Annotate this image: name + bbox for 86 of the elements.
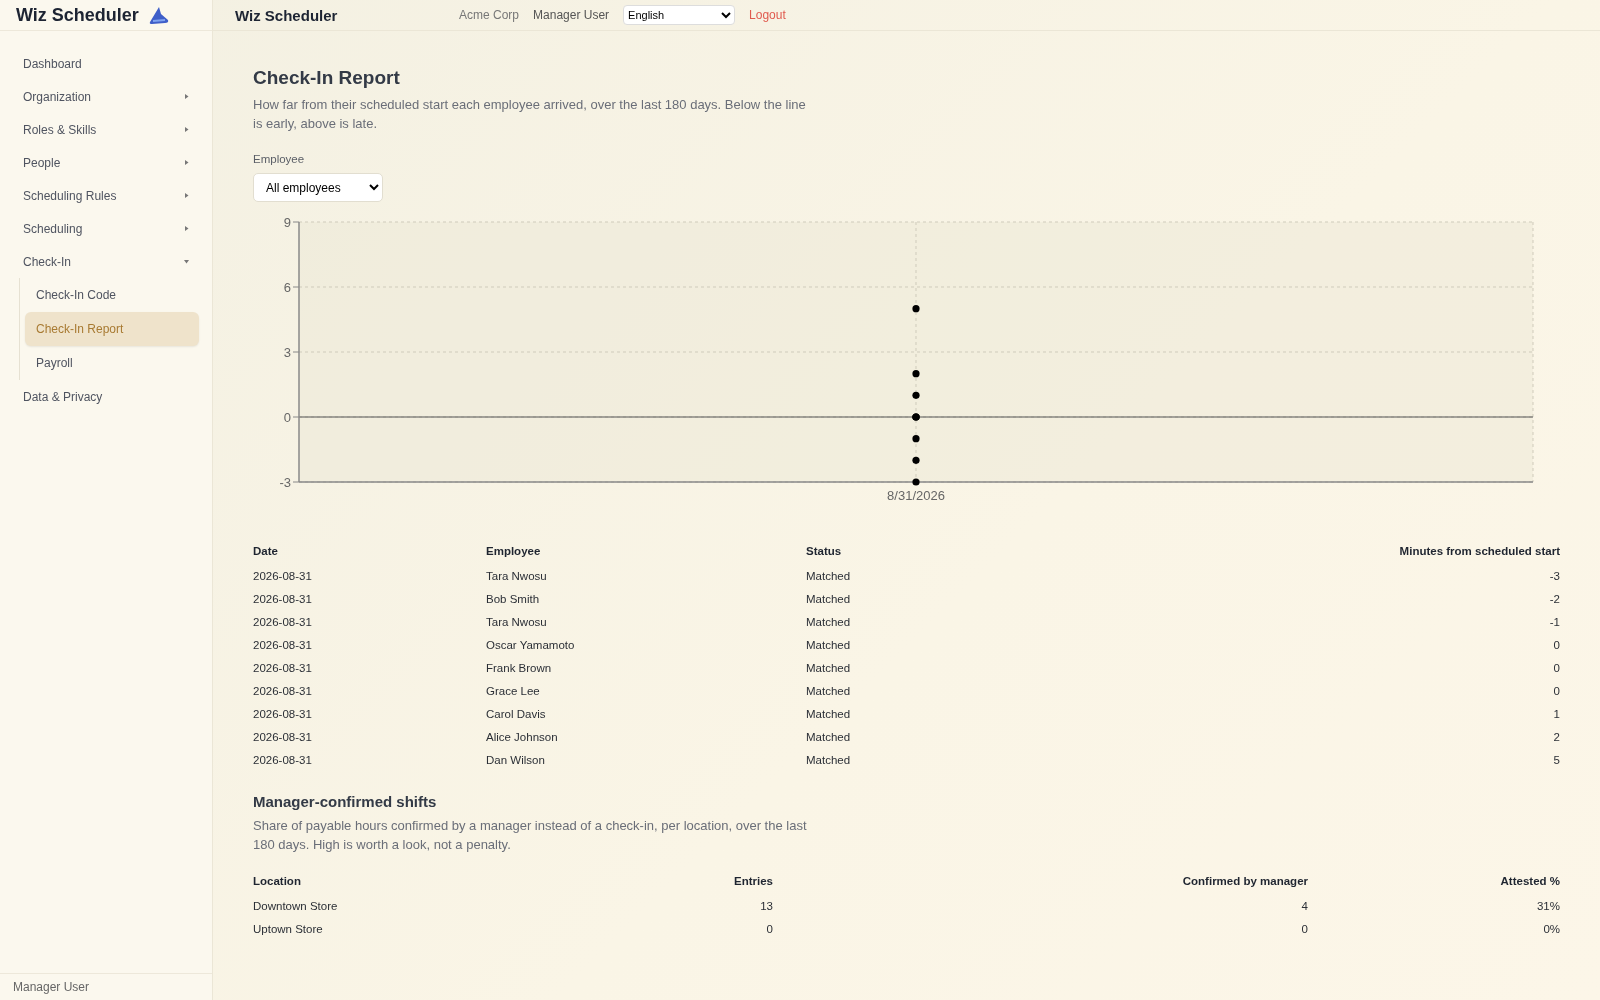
table-cell-text: Matched [806, 706, 852, 722]
table-cell-text: Matched [806, 683, 852, 699]
table-cell-text: Dan Wilson [486, 752, 546, 768]
data-point [912, 456, 920, 464]
y-tick-label: 3 [283, 345, 291, 360]
table-cell-text: Tara Nwosu [486, 568, 548, 584]
data-point [912, 478, 920, 486]
table-cell-text: 13 [759, 898, 773, 914]
data-point [912, 435, 920, 443]
table-cell-text: 2026-08-31 [253, 637, 313, 653]
table-cell-text: 2026-08-31 [253, 706, 313, 722]
table-cell-text: -1 [1548, 614, 1560, 630]
nav-subitem[interactable]: Payroll [25, 346, 199, 380]
table-cell-text: 0% [1542, 921, 1560, 937]
y-tick-label: -3 [279, 475, 291, 490]
data-point [912, 305, 920, 313]
y-tick-label: 6 [283, 280, 291, 295]
employee-select[interactable]: All employees [253, 173, 383, 202]
table-cell-text: 5 [1552, 752, 1560, 768]
table-cell-text: 2026-08-31 [253, 660, 313, 676]
table-cell-text: 1 [1552, 706, 1560, 722]
column-header: Confirmed by manager [1181, 874, 1308, 889]
nav-item[interactable]: Organization [13, 80, 199, 113]
page-description: How far from their scheduled start each employee arrived, over the last 180 days. Below the line is early, above is late. [253, 96, 807, 133]
user-name: Manager User [13, 980, 90, 994]
table-cell-text: 2026-08-31 [253, 614, 313, 630]
table-cell-text: Matched [806, 660, 852, 676]
table-cell-text: Grace Lee [486, 683, 541, 699]
column-header: Minutes from scheduled start [1399, 544, 1560, 559]
nav-subitem[interactable]: Check-In Code [25, 278, 199, 312]
brand-name: Wiz Scheduler [16, 4, 139, 26]
nav-item[interactable]: People [13, 146, 199, 179]
nav-item[interactable]: Scheduling Rules [13, 179, 199, 212]
table-cell-text: Carol Davis [486, 706, 547, 722]
table-cell-text: 0 [1552, 660, 1560, 676]
nav-item[interactable]: Roles & Skills [13, 113, 199, 146]
column-header: Entries [733, 874, 773, 889]
table-cell-text: 0 [1300, 921, 1308, 937]
column-header: Status [806, 544, 843, 559]
table-cell-text: 0 [765, 921, 773, 937]
nav-item[interactable]: Check-In [13, 245, 199, 278]
table-cell-text: Frank Brown [486, 660, 553, 676]
y-tick-label: 9 [283, 215, 291, 230]
filter-label: Employee [253, 153, 306, 165]
section-description: Share of payable hours confirmed by a manager instead of a check-in, per location, over the last 180 days. High is worth a look, not a penalty. [253, 817, 808, 854]
table-cell-text: Oscar Yamamoto [486, 637, 576, 653]
table-cell-text: Matched [806, 568, 852, 584]
table-cell-text: 2 [1552, 729, 1560, 745]
table-cell-text: 2026-08-31 [253, 752, 313, 768]
nav-item[interactable]: Scheduling [13, 212, 199, 245]
column-header: Employee [486, 544, 542, 559]
data-point [912, 370, 920, 378]
x-tick-label: 8/31/2026 [887, 488, 945, 503]
table-cell-text: 2026-08-31 [253, 729, 313, 745]
table-cell-text: Matched [806, 637, 852, 653]
table-cell-text: -3 [1548, 568, 1560, 584]
table-cell-text: 0 [1552, 683, 1560, 699]
nav-item[interactable]: Data & Privacy [13, 380, 199, 413]
table-cell-text: Downtown Store [253, 898, 339, 914]
table-cell-text: 31% [1535, 898, 1560, 914]
table-cell-text: Alice Johnson [486, 729, 559, 745]
table-cell-text: 4 [1300, 898, 1308, 914]
y-tick-label: 0 [283, 410, 291, 425]
table-cell-text: Uptown Store [253, 921, 324, 937]
app-title: Wiz Scheduler [235, 6, 339, 24]
org-name: Acme Corp [459, 8, 520, 22]
table-cell-text: Matched [806, 752, 852, 768]
nav-item[interactable]: Dashboard [13, 47, 199, 80]
column-header: Date [253, 544, 279, 559]
table-cell-text: Matched [806, 729, 852, 745]
language-select[interactable]: English [623, 5, 736, 25]
table-cell-text: 0 [1552, 637, 1560, 653]
table-cell-text: 2026-08-31 [253, 683, 313, 699]
table-cell-text: Matched [806, 591, 852, 607]
column-header: Location [253, 874, 302, 889]
table-cell-text: Tara Nwosu [486, 614, 548, 630]
table-cell-text: 2026-08-31 [253, 591, 313, 607]
table-cell-text: 2026-08-31 [253, 568, 313, 584]
data-point [912, 391, 920, 399]
page-title: Check-In Report [253, 67, 401, 89]
table-cell-text: -2 [1548, 591, 1560, 607]
column-header: Attested % [1499, 874, 1560, 889]
table-cell-text: Matched [806, 614, 852, 630]
section-title: Manager-confirmed shifts [253, 793, 438, 810]
user-name: Manager User [533, 8, 610, 22]
table-cell-text: Bob Smith [486, 591, 541, 607]
